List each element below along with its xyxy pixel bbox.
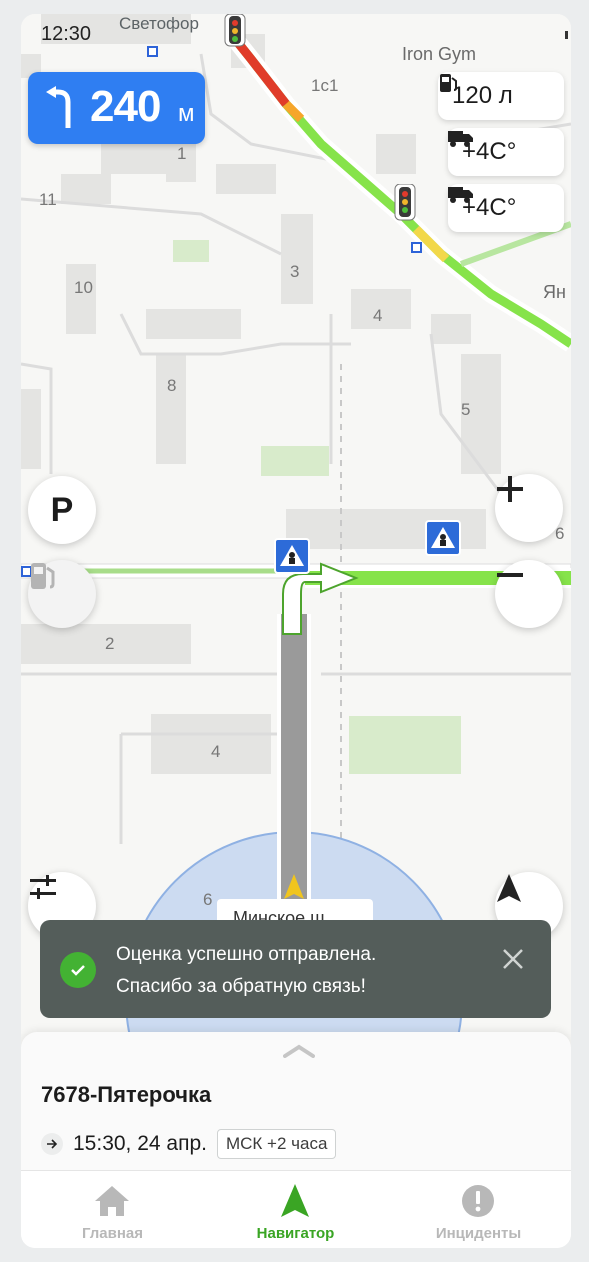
map-label-building-1s1: 1с1 — [311, 76, 339, 95]
fuel-pill[interactable]: 120 л — [438, 72, 564, 120]
map-label-building-2: 2 — [105, 634, 115, 653]
destination-name: 7678-Пятерочка — [41, 1082, 212, 1107]
temperature-pill-1[interactable]: +4C° — [448, 128, 564, 176]
parking-button[interactable]: P — [28, 476, 96, 544]
toast-message-line2: Спасибо за обратную связь! — [116, 976, 366, 997]
checkmark-icon — [60, 952, 96, 988]
map-label-building-4b: 4 — [211, 742, 221, 761]
vibrate-icon — [565, 31, 568, 39]
tab-navigator-label: Навигатор — [256, 1225, 335, 1242]
toast-message-line1: Оценка успешно отправлена. — [116, 944, 377, 965]
map-label-building-1: 1 — [177, 144, 187, 163]
eta-time: 15:30, 24 апр. — [73, 1132, 207, 1155]
maneuver-unit: м — [178, 100, 195, 127]
gas-station-button[interactable] — [28, 560, 96, 628]
alert-icon — [458, 1183, 498, 1219]
map-view[interactable]: Светофор Iron Gym 1с1 1 11 10 3 4 8 5 Ян… — [21, 14, 571, 1034]
zoom-out-button[interactable] — [495, 560, 563, 628]
parking-label: P — [50, 490, 74, 529]
map-label-building-11: 11 — [39, 190, 57, 209]
tab-incidents-label: Инциденты — [435, 1225, 522, 1242]
tab-incidents[interactable]: Инциденты — [387, 1171, 570, 1248]
map-label-building-6b: 6 — [203, 890, 213, 909]
map-label-building-10: 10 — [74, 278, 93, 297]
map-label-building-4a: 4 — [373, 306, 383, 325]
map-label-building-3: 3 — [290, 262, 300, 281]
map-label-building-8: 8 — [167, 376, 177, 395]
bus-stop-icon — [411, 242, 422, 253]
status-bar: 12:30 — [21, 14, 571, 54]
map-label-street-yan: Ян — [543, 282, 566, 302]
fuel-value: 120 л — [452, 82, 513, 109]
map-label-building-5: 5 — [461, 400, 471, 419]
phone-screen: Светофор Iron Gym 1с1 1 11 10 3 4 8 5 Ян… — [21, 14, 571, 1248]
home-icon — [92, 1183, 132, 1219]
maneuver-card[interactable]: 240 м — [28, 72, 205, 144]
chevron-up-icon[interactable] — [283, 1044, 315, 1063]
navigator-icon — [275, 1183, 315, 1219]
arrow-right-icon — [41, 1133, 63, 1155]
status-time: 12:30 — [41, 23, 92, 45]
toast-notification: Оценка успешно отправлена. Спасибо за об… — [40, 920, 551, 1018]
zoom-in-button[interactable] — [495, 474, 563, 542]
maneuver-distance: 240 — [90, 82, 161, 131]
tab-navigator[interactable]: Навигатор — [204, 1171, 387, 1248]
bottom-tab-bar: Главная Навигатор Инциденты — [21, 1170, 571, 1248]
tab-home[interactable]: Главная — [21, 1171, 204, 1248]
eta-row: 15:30, 24 апр. МСК +2 часа — [41, 1128, 337, 1160]
temperature-pill-2[interactable]: +4C° — [448, 184, 564, 232]
toast-close-icon[interactable] — [501, 947, 525, 971]
tab-home-label: Главная — [81, 1225, 143, 1242]
timezone-badge: МСК +2 часа — [216, 1129, 337, 1159]
